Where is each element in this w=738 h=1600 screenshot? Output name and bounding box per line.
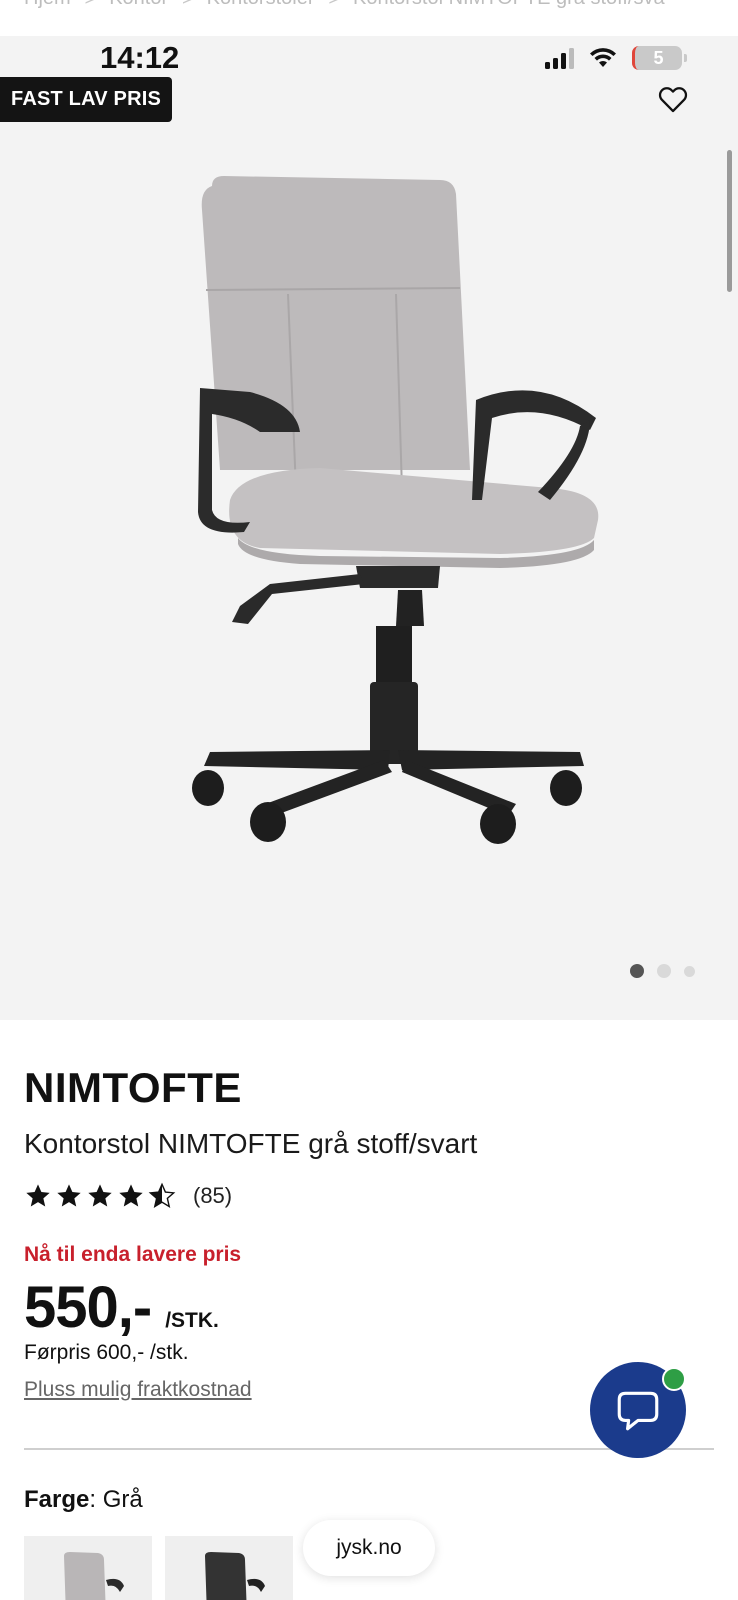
breadcrumb-item-home[interactable]: Hjem [24, 0, 71, 10]
online-indicator [662, 1367, 686, 1391]
chat-bubble-icon [617, 1391, 659, 1431]
cellular-signal-icon [545, 47, 574, 69]
status-time: 14:12 [100, 40, 180, 75]
breadcrumb-separator: > [85, 0, 96, 10]
shipping-cost-link[interactable]: Pluss mulig fraktkostnad [24, 1378, 252, 1402]
star-icon [26, 1184, 50, 1207]
star-icon [88, 1184, 112, 1207]
star-icon [57, 1184, 81, 1207]
half-star-icon [148, 1182, 176, 1208]
before-price: Førpris 600,- /stk. [24, 1341, 189, 1364]
color-label: Farge [24, 1486, 90, 1513]
status-icons: 5 [545, 46, 687, 70]
breadcrumb-separator: > [328, 0, 339, 10]
status-bar: 14:12 5 [0, 36, 738, 80]
product-brand: NIMTOFTE [24, 1064, 242, 1111]
breadcrumb-item-current: Kontorstol NIMTOFTE grå stoff/sva [353, 0, 665, 10]
price-badge: FAST LAV PRIS [0, 77, 173, 122]
product-name: Kontorstol NIMTOFTE grå stoff/svart [24, 1128, 478, 1159]
price-unit: /STK. [165, 1309, 219, 1332]
pagination-dot-active[interactable] [630, 964, 644, 978]
product-image[interactable] [120, 170, 620, 870]
battery-icon: 5 [632, 46, 687, 70]
scroll-indicator[interactable] [727, 150, 732, 292]
browser-url-pill[interactable]: jysk.no [303, 1520, 435, 1576]
swatch-chair-grey-image [64, 1552, 124, 1600]
color-swatch-grey[interactable] [24, 1536, 152, 1600]
promo-text: Nå til enda lavere pris [24, 1243, 242, 1266]
rating-count[interactable]: (85) [193, 1183, 232, 1209]
pagination-dot[interactable] [657, 964, 671, 978]
breadcrumb: Hjem > Kontor > Kontorstoler > Kontorsto… [0, 0, 738, 36]
color-value: : Grå [89, 1486, 143, 1513]
breadcrumb-item-office[interactable]: Kontor [109, 0, 168, 10]
image-pagination [630, 964, 695, 978]
product-rating[interactable]: (85) [24, 1182, 232, 1210]
heart-icon[interactable] [656, 82, 690, 116]
breadcrumb-separator: > [182, 0, 193, 10]
color-selector-label: Farge: Grå [24, 1486, 143, 1514]
star-icon [119, 1184, 143, 1207]
swatch-chair-black-image [205, 1552, 265, 1600]
color-swatch-black[interactable] [165, 1536, 293, 1600]
price-value: 550,- [24, 1275, 152, 1340]
breadcrumb-item-office-chairs[interactable]: Kontorstoler [207, 0, 315, 10]
wifi-icon [590, 48, 616, 67]
pagination-dot[interactable] [684, 965, 695, 977]
price-block: 550,- /STK. [24, 1274, 219, 1341]
